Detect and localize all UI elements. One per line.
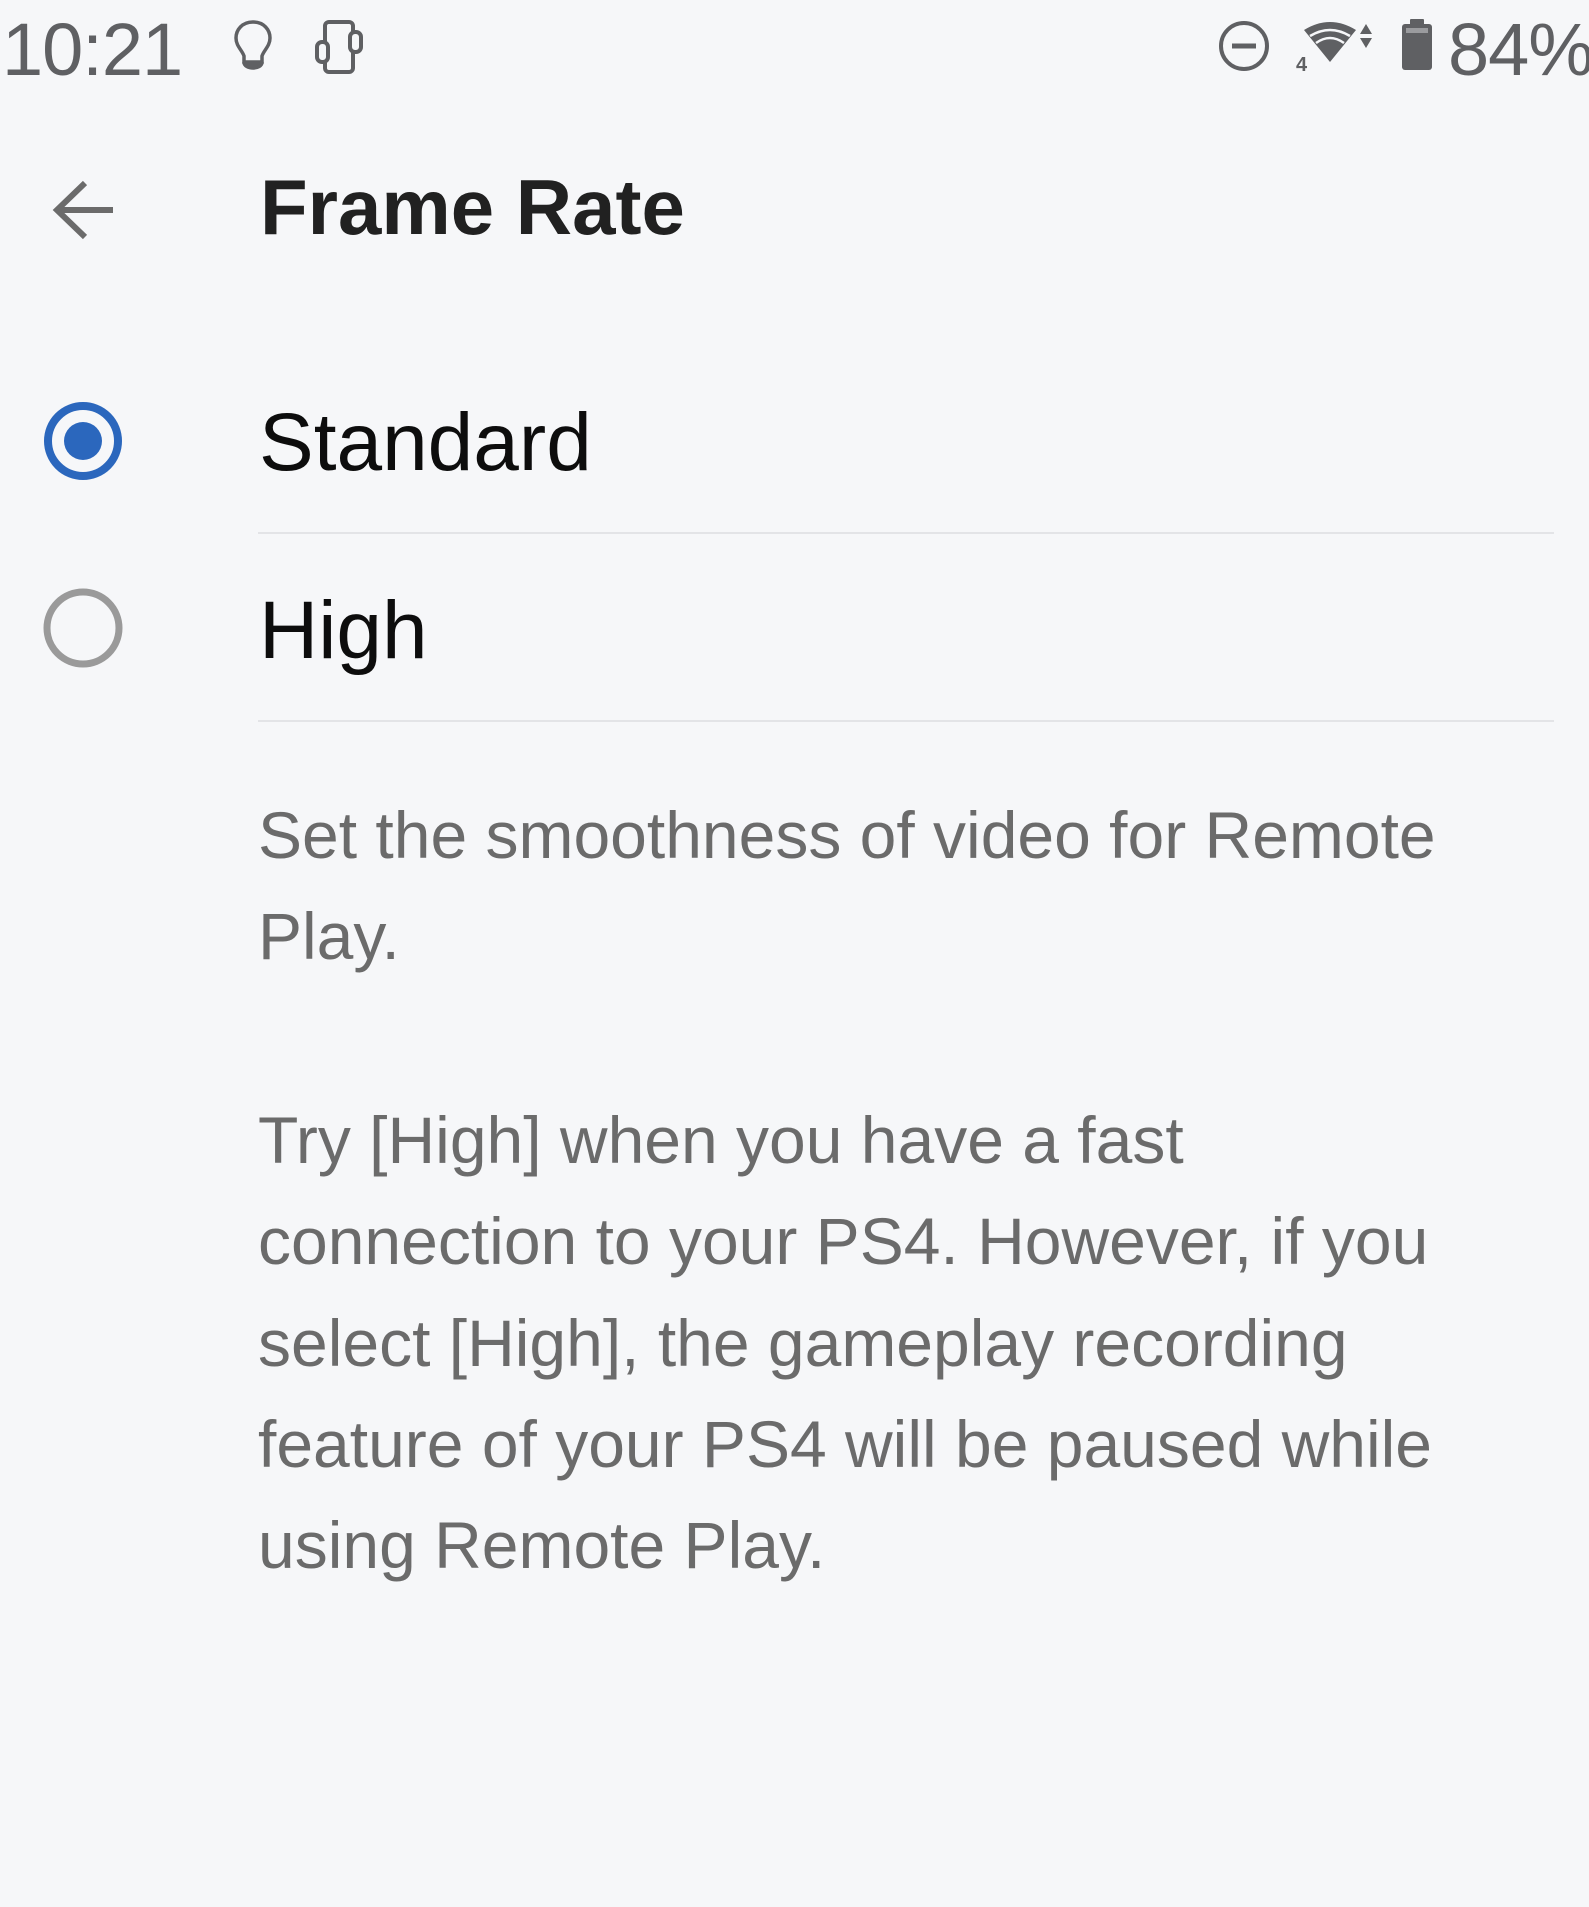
back-button[interactable] bbox=[34, 160, 134, 260]
radio-selected-icon[interactable] bbox=[42, 400, 124, 482]
status-time: 10:21 bbox=[2, 8, 183, 91]
option-standard[interactable]: Standard bbox=[0, 347, 1589, 535]
lightbulb-icon bbox=[234, 20, 272, 70]
do-not-disturb-icon bbox=[1219, 21, 1269, 71]
status-bar: 10:21 4 84% bbox=[0, 0, 1589, 96]
description-line: select [High], the gameplay recording bbox=[258, 1306, 1348, 1380]
option-label-standard: Standard bbox=[259, 397, 592, 488]
description-line: Play. bbox=[258, 899, 400, 973]
description-line: Try [High] when you have a fast bbox=[258, 1103, 1184, 1177]
option-label-high: High bbox=[259, 585, 428, 676]
description-line: Set the smoothness of video for Remote bbox=[258, 798, 1436, 872]
battery-icon bbox=[1402, 19, 1432, 70]
description-line: connection to your PS4. However, if you bbox=[258, 1204, 1429, 1278]
description-line: using Remote Play. bbox=[258, 1508, 826, 1582]
arrow-back-icon bbox=[52, 180, 113, 240]
page-title: Frame Rate bbox=[260, 163, 685, 251]
wifi-badge: 4 bbox=[1296, 54, 1308, 72]
battery-percentage: 84% bbox=[1448, 8, 1589, 91]
radio-unselected-icon[interactable] bbox=[42, 587, 124, 669]
vibrate-phone-icon bbox=[315, 20, 363, 74]
option-high[interactable]: High bbox=[0, 535, 1589, 723]
divider bbox=[258, 532, 1554, 534]
wifi-4-signal-icon: 4 bbox=[1296, 22, 1372, 72]
description-line: feature of your PS4 will be paused while bbox=[258, 1407, 1433, 1481]
divider bbox=[258, 720, 1554, 722]
